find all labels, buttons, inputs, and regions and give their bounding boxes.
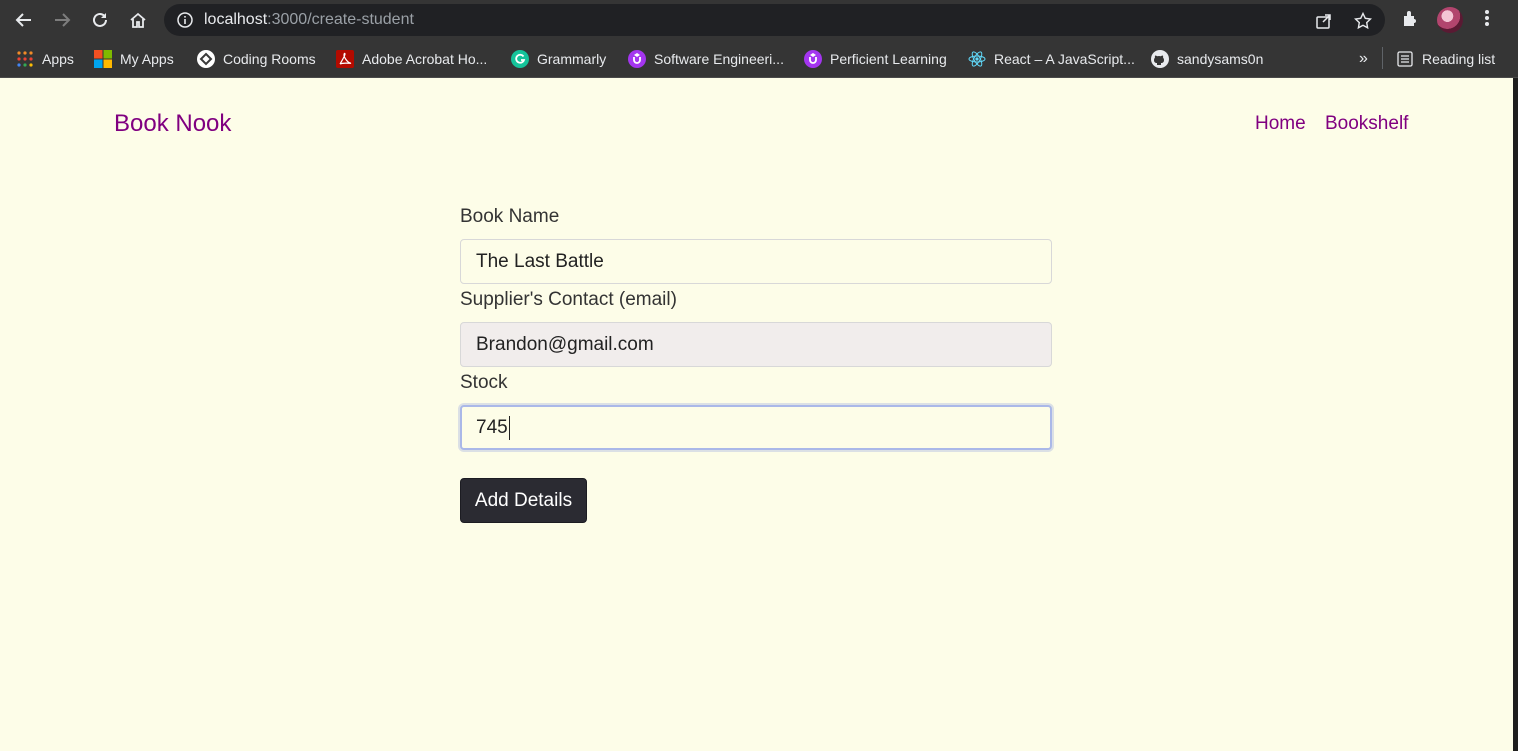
home-icon: [130, 12, 146, 28]
book-name-group: Book Name The Last Battle: [460, 205, 1052, 288]
bookmark-react[interactable]: React – A JavaScript...: [968, 48, 1135, 70]
bookmark-label: My Apps: [120, 51, 174, 67]
bookmark-label: sandysams0n: [1177, 51, 1264, 67]
coding-rooms-icon: [197, 50, 215, 68]
bookmark-label: Grammarly: [537, 51, 607, 67]
bookmark-label: Adobe Acrobat Ho...: [362, 51, 488, 67]
url-text[interactable]: localhost:3000/create-student: [204, 11, 414, 29]
bookmark-software-engineering[interactable]: Software Engineeri...: [628, 48, 784, 70]
profile-avatar[interactable]: [1437, 7, 1463, 33]
stock-group: Stock 745: [460, 371, 1052, 454]
bookmark-perficient-learning[interactable]: Perficient Learning: [804, 48, 947, 70]
bookmark-apps[interactable]: Apps: [16, 48, 74, 70]
udemy-icon: [628, 50, 646, 68]
arrow-right-icon: [55, 13, 71, 27]
bookmark-coding-rooms[interactable]: Coding Rooms: [197, 48, 316, 70]
window-edge: [1513, 78, 1518, 751]
bookmark-github[interactable]: sandysams0n: [1151, 48, 1263, 70]
email-group: Supplier's Contact (email) Brandon@gmail…: [460, 288, 1052, 371]
email-value: Brandon@gmail.com: [476, 333, 654, 355]
url-host: localhost: [204, 11, 268, 28]
share-icon[interactable]: [1315, 12, 1333, 35]
star-icon[interactable]: [1353, 11, 1373, 35]
microsoft-icon: [94, 50, 112, 68]
bookmark-my-apps[interactable]: My Apps: [94, 48, 174, 70]
overflow-label: »: [1359, 50, 1368, 67]
bookmark-label: React – A JavaScript...: [994, 51, 1135, 67]
reload-icon: [93, 12, 107, 27]
back-button[interactable]: [10, 6, 38, 34]
reading-list-label: Reading list: [1422, 51, 1496, 67]
email-label: Supplier's Contact (email): [460, 289, 677, 310]
url-path: :3000/create-student: [267, 11, 414, 28]
udemy-icon: [804, 50, 822, 68]
address-bar[interactable]: localhost:3000/create-student: [164, 4, 1385, 36]
bookmark-label: Apps: [42, 51, 74, 67]
home-button[interactable]: [124, 6, 152, 34]
bookmarks-overflow-button[interactable]: »: [1359, 48, 1368, 70]
browser-toolbar: localhost:3000/create-student: [0, 0, 1518, 40]
more-menu-icon[interactable]: [1478, 8, 1496, 33]
acrobat-icon: [336, 50, 354, 68]
bookmark-label: Perficient Learning: [830, 51, 947, 67]
reload-button[interactable]: [86, 6, 114, 34]
stock-value: 745: [476, 416, 508, 438]
bookmark-label: Software Engineeri...: [654, 51, 784, 67]
arrow-left-icon: [15, 13, 31, 27]
bookmarks-divider: [1382, 47, 1383, 69]
nav-link-bookshelf[interactable]: Bookshelf: [1325, 113, 1408, 135]
stock-input[interactable]: 745: [460, 405, 1052, 450]
add-book-form: Book Name The Last Battle Supplier's Con…: [460, 205, 1052, 454]
brand-link[interactable]: Book Nook: [114, 110, 231, 138]
apps-grid-icon: [16, 50, 34, 68]
github-icon: [1151, 50, 1169, 68]
info-icon[interactable]: [176, 11, 194, 34]
extensions-icon[interactable]: [1401, 8, 1421, 33]
reading-list-button[interactable]: Reading list: [1396, 48, 1495, 70]
text-caret: [508, 415, 510, 440]
bookmark-adobe-acrobat[interactable]: Adobe Acrobat Ho...: [336, 48, 487, 70]
forward-button[interactable]: [48, 6, 76, 34]
stock-label: Stock: [460, 372, 508, 393]
book-name-input[interactable]: The Last Battle: [460, 239, 1052, 284]
book-name-label: Book Name: [460, 206, 560, 227]
book-name-value: The Last Battle: [476, 250, 604, 272]
reading-list-icon: [1396, 50, 1414, 68]
nav-link-home[interactable]: Home: [1255, 113, 1306, 135]
react-icon: [968, 50, 986, 68]
bookmark-label: Coding Rooms: [223, 51, 316, 67]
email-input[interactable]: Brandon@gmail.com: [460, 322, 1052, 367]
bookmark-grammarly[interactable]: Grammarly: [511, 48, 606, 70]
add-details-button[interactable]: Add Details: [460, 478, 587, 523]
grammarly-icon: [511, 50, 529, 68]
